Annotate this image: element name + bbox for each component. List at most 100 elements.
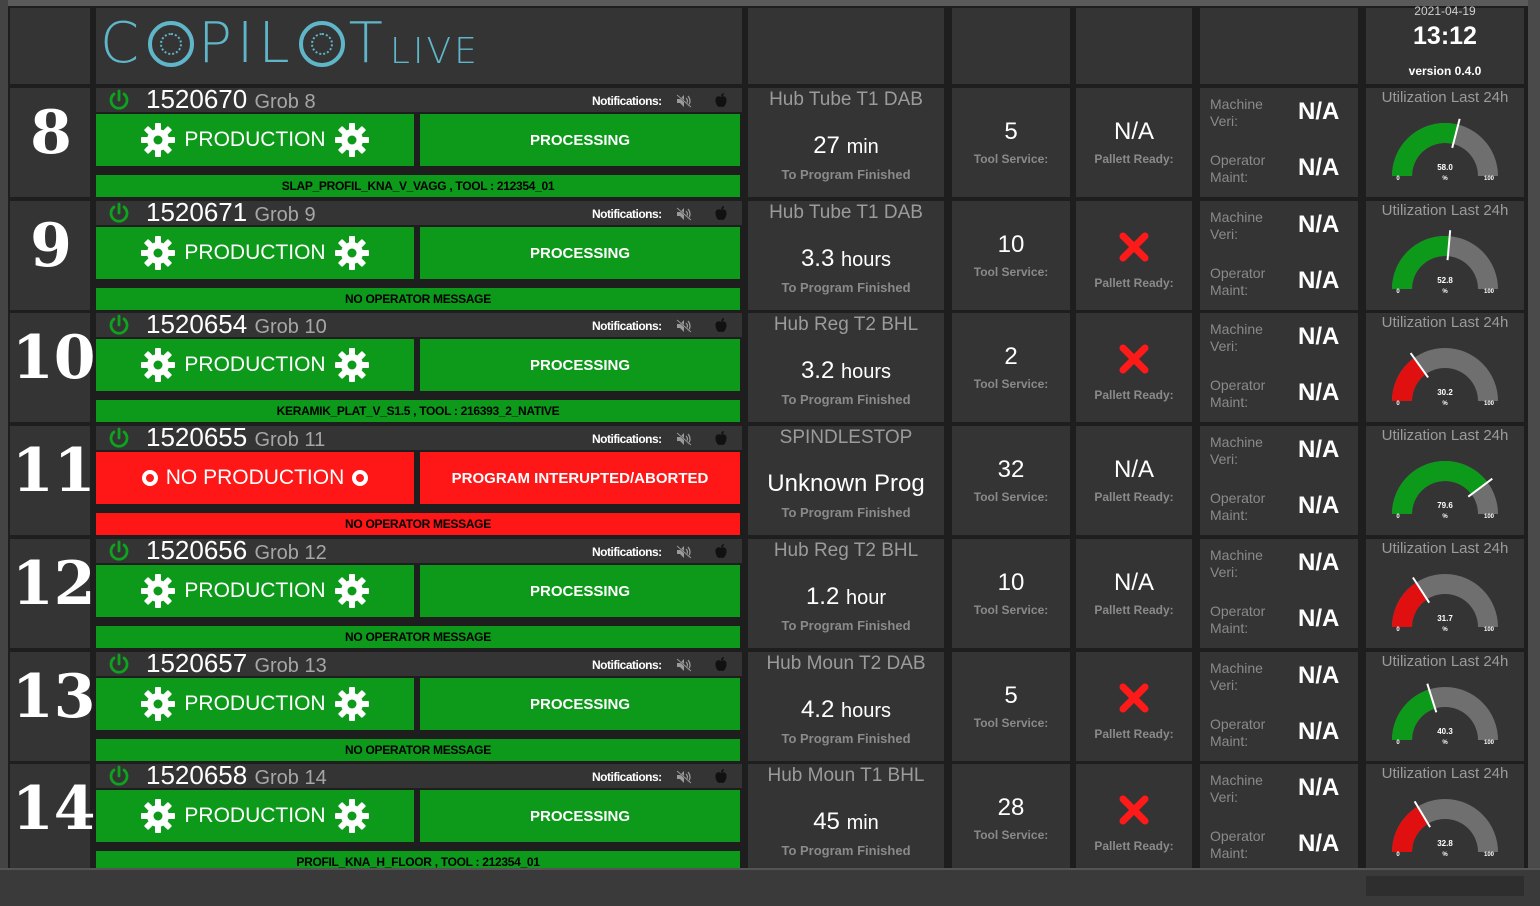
program-name: SPINDLESTOP — [779, 427, 913, 448]
machine-name: Grob 14 — [254, 767, 327, 789]
gauge-text: 0 — [1396, 401, 1400, 407]
gear-icon — [334, 687, 369, 721]
utilization-gauge: 79.6% 0 100 — [1392, 461, 1498, 520]
job-id-number: 1520670 — [146, 84, 248, 114]
pallet-ready-label: Pallett Ready: — [1094, 839, 1174, 853]
tool-service-value: 5 — [1004, 682, 1018, 709]
production-state-label: PRODUCTION — [184, 353, 326, 376]
row-number: 8 — [30, 98, 72, 168]
logo-wheel-icon — [148, 21, 195, 67]
logo-wheel-icon — [298, 21, 345, 67]
apple-icon[interactable] — [714, 317, 728, 333]
machine-status-button[interactable]: PROCESSING — [420, 790, 740, 842]
notifications-label: Notifications: — [592, 545, 662, 559]
production-state-label: PRODUCTION — [184, 692, 326, 715]
gauge-text: 0 — [1396, 627, 1400, 633]
production-state-label: PRODUCTION — [184, 128, 326, 151]
machine-veri-value: N/A — [1298, 549, 1340, 576]
machine-veri-value: N/A — [1298, 211, 1340, 238]
apple-icon[interactable] — [714, 543, 728, 559]
gauge-text: 100 — [1484, 401, 1495, 407]
tool-service-label: Tool Service: — [973, 265, 1049, 279]
machine-name: Grob 10 — [254, 316, 327, 338]
operator-message-bar: NO OPERATOR MESSAGE — [96, 513, 740, 535]
job-id: 1520655 Grob 11 — [146, 422, 325, 453]
apple-icon[interactable] — [714, 430, 728, 446]
power-icon[interactable] — [108, 89, 130, 111]
screen-bezel-left — [0, 0, 8, 904]
power-icon[interactable] — [108, 202, 130, 224]
utilization-title: Utilization Last 24h — [1381, 89, 1509, 106]
mute-icon[interactable] — [676, 658, 692, 672]
tool-service-label: Tool Service: — [973, 603, 1049, 617]
power-icon[interactable] — [108, 427, 130, 449]
gauge-text: % — [1442, 514, 1448, 520]
operator-message-bar: NO OPERATOR MESSAGE — [96, 739, 740, 761]
time-remaining-value: Unknown Prog — [767, 470, 925, 497]
row-number: 13 — [12, 662, 96, 732]
machine-veri-label: Machine Veri: — [1210, 209, 1263, 242]
machine-name: Grob 13 — [254, 655, 327, 677]
apple-icon[interactable] — [714, 768, 728, 784]
mute-icon[interactable] — [676, 319, 692, 333]
time-remaining-unit: hours — [841, 249, 892, 271]
operator-maint-value: N/A — [1298, 718, 1340, 745]
utilization-title: Utilization Last 24h — [1381, 427, 1509, 444]
pallet-ready-value: N/A — [1113, 118, 1154, 145]
production-state-button[interactable]: NO PRODUCTION — [96, 452, 414, 504]
power-icon[interactable] — [108, 765, 130, 787]
bezel-strip — [1366, 876, 1524, 896]
apple-icon[interactable] — [714, 656, 728, 672]
gear-icon — [141, 574, 176, 608]
production-state-button[interactable]: PRODUCTION — [96, 790, 414, 842]
row-number: 14 — [12, 774, 96, 844]
header-clock: 13:12 — [1413, 22, 1477, 50]
mute-icon[interactable] — [676, 770, 692, 784]
gauge-text: 100 — [1484, 289, 1495, 295]
power-icon[interactable] — [108, 540, 130, 562]
operator-maint-label: Operator Maint: — [1210, 828, 1266, 861]
to-program-finished-label: To Program Finished — [781, 392, 911, 407]
production-state-label: PRODUCTION — [184, 579, 326, 602]
machine-status-button[interactable]: PROGRAM INTERUPTED/ABORTED — [420, 452, 740, 504]
production-state-button[interactable]: PRODUCTION — [96, 339, 414, 391]
header-date: 2021-04-19 — [1414, 4, 1476, 18]
mute-icon[interactable] — [676, 432, 692, 446]
mute-icon[interactable] — [676, 94, 692, 108]
gauge-text: 40.3 — [1437, 727, 1453, 736]
job-id: 1520656 Grob 12 — [146, 535, 327, 566]
machine-name: Grob 11 — [254, 429, 326, 451]
logo-letters: T — [348, 11, 388, 76]
machine-status-button[interactable]: PROCESSING — [420, 114, 740, 166]
power-icon[interactable] — [108, 653, 130, 675]
tool-service-value: 32 — [997, 456, 1025, 483]
operator-maint-value: N/A — [1298, 267, 1340, 294]
apple-icon[interactable] — [714, 205, 728, 221]
gauge-text: 100 — [1484, 627, 1495, 633]
job-id: 1520670 Grob 8 — [146, 84, 316, 115]
time-remaining-unit: hours — [841, 700, 892, 722]
mute-icon[interactable] — [676, 545, 692, 559]
time-remaining: 1.2 hour — [748, 583, 944, 611]
machine-status-button[interactable]: PROCESSING — [420, 565, 740, 617]
pallet-ready-value: N/A — [1113, 569, 1154, 596]
production-state-button[interactable]: PRODUCTION — [96, 114, 414, 166]
machine-status-button[interactable]: PROCESSING — [420, 678, 740, 730]
job-id: 1520671 Grob 9 — [146, 197, 316, 228]
power-icon[interactable] — [108, 314, 130, 336]
gear-icon — [334, 348, 369, 382]
production-state-button[interactable]: PRODUCTION — [96, 678, 414, 730]
apple-icon[interactable] — [714, 92, 728, 108]
to-program-finished-label: To Program Finished — [781, 167, 911, 182]
utilization-gauge: 58.0% 0 100 — [1392, 118, 1498, 182]
tool-service-value: 10 — [997, 231, 1025, 258]
machine-status-button[interactable]: PROCESSING — [420, 227, 740, 279]
production-state-button[interactable]: PRODUCTION — [96, 227, 414, 279]
production-state-button[interactable]: PRODUCTION — [96, 565, 414, 617]
screen-bezel-bottom — [0, 868, 1540, 906]
mute-icon[interactable] — [676, 207, 692, 221]
gauge-text: 58.0 — [1437, 163, 1453, 172]
to-program-finished-label: To Program Finished — [781, 843, 911, 858]
machine-status-button[interactable]: PROCESSING — [420, 339, 740, 391]
